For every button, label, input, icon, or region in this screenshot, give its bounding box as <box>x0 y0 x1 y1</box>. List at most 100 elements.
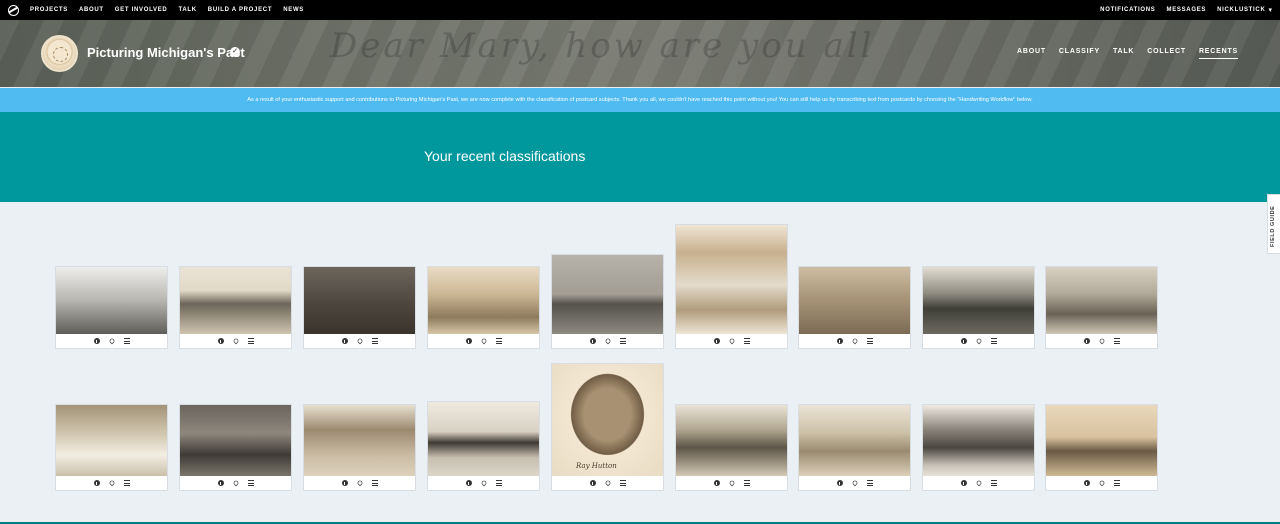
project-nav-about[interactable]: ABOUT <box>1017 48 1046 59</box>
subject-thumbnail-barn-building[interactable] <box>428 402 539 476</box>
info-icon[interactable] <box>341 338 348 344</box>
subject-thumbnail-large-house[interactable] <box>676 225 787 334</box>
info-icon[interactable] <box>465 480 472 486</box>
nav-news[interactable]: NEWS <box>283 7 304 13</box>
recent-classification-card <box>427 401 540 491</box>
collect-icon[interactable] <box>495 338 502 344</box>
info-icon[interactable] <box>341 480 348 486</box>
project-nav-classify[interactable]: CLASSIFY <box>1059 48 1100 59</box>
subject-thumbnail-dirt-road[interactable] <box>799 405 910 476</box>
info-icon[interactable] <box>836 480 843 486</box>
info-icon[interactable] <box>836 338 843 344</box>
top-nav-right: NOTIFICATIONS MESSAGES NICKLUSTICK ▾ <box>1100 6 1272 14</box>
collect-icon[interactable] <box>743 338 750 344</box>
info-icon[interactable] <box>960 338 967 344</box>
favorite-icon[interactable] <box>728 337 735 345</box>
favorite-icon[interactable] <box>232 337 239 345</box>
favorite-icon[interactable] <box>356 337 363 345</box>
field-guide-tab[interactable]: FIELD GUIDE <box>1267 194 1280 254</box>
subject-thumbnail-dining-hall[interactable] <box>56 405 167 476</box>
recent-classification-card <box>427 266 540 349</box>
recent-classification-card <box>303 266 416 349</box>
collect-icon[interactable] <box>866 480 873 486</box>
collect-icon[interactable] <box>247 480 254 486</box>
recent-classification-card: Ray Hutton <box>551 363 664 491</box>
info-icon[interactable] <box>713 338 720 344</box>
project-nav-recents[interactable]: RECENTS <box>1198 48 1238 59</box>
favorite-icon[interactable] <box>728 479 735 487</box>
collect-icon[interactable] <box>743 480 750 486</box>
subject-thumbnail-parade-street[interactable] <box>1046 267 1157 334</box>
collect-icon[interactable] <box>1113 338 1120 344</box>
subject-thumbnail-portrait-group-porch[interactable] <box>56 267 167 334</box>
info-icon[interactable] <box>1083 480 1090 486</box>
subject-thumbnail-group-outdoors[interactable] <box>676 405 787 476</box>
nav-projects[interactable]: PROJECTS <box>30 7 68 13</box>
info-icon[interactable] <box>217 338 224 344</box>
subject-thumbnail-storefront[interactable] <box>923 405 1034 476</box>
page-title: Your recent classifications <box>424 148 586 164</box>
project-nav-collect[interactable]: COLLECT <box>1147 48 1186 59</box>
collect-icon[interactable] <box>123 480 130 486</box>
favorite-icon[interactable] <box>108 337 115 345</box>
chevron-down-icon[interactable]: ▾ <box>1268 6 1272 14</box>
card-actions <box>180 476 291 490</box>
subject-thumbnail-main-street[interactable] <box>304 405 415 476</box>
info-icon[interactable] <box>1083 338 1090 344</box>
collect-icon[interactable] <box>371 480 378 486</box>
project-avatar[interactable] <box>41 35 78 72</box>
subject-thumbnail-seated-man[interactable] <box>1046 405 1157 476</box>
favorite-icon[interactable] <box>232 479 239 487</box>
favorite-icon[interactable] <box>604 479 611 487</box>
favorite-icon[interactable] <box>851 479 858 487</box>
info-icon[interactable] <box>93 480 100 486</box>
favorite-icon[interactable] <box>851 337 858 345</box>
collect-icon[interactable] <box>371 338 378 344</box>
subject-thumbnail-field-plow[interactable] <box>180 267 291 334</box>
nav-talk[interactable]: TALK <box>178 7 196 13</box>
favorite-icon[interactable] <box>975 337 982 345</box>
subject-thumbnail-lake-shore[interactable] <box>552 255 663 334</box>
nav-build-a-project[interactable]: BUILD A PROJECT <box>208 7 272 13</box>
project-nav-talk[interactable]: TALK <box>1113 48 1134 59</box>
collect-icon[interactable] <box>123 338 130 344</box>
subject-thumbnail-house-sepia[interactable] <box>428 267 539 334</box>
subject-thumbnail-train-wreck[interactable] <box>180 405 291 476</box>
favorite-icon[interactable] <box>1098 337 1105 345</box>
collect-icon[interactable] <box>990 480 997 486</box>
collect-icon[interactable] <box>247 338 254 344</box>
nav-messages[interactable]: MESSAGES <box>1167 7 1207 13</box>
info-icon[interactable] <box>589 480 596 486</box>
user-menu[interactable]: NICKLUSTICK <box>1217 7 1265 13</box>
collect-icon[interactable] <box>619 338 626 344</box>
nav-notifications[interactable]: NOTIFICATIONS <box>1100 7 1155 13</box>
subject-thumbnail-workers-dark[interactable] <box>304 267 415 334</box>
info-icon[interactable] <box>217 480 224 486</box>
favorite-icon[interactable] <box>480 479 487 487</box>
info-icon[interactable] <box>589 338 596 344</box>
announcement-banner: As a result of your enthusiastic support… <box>0 88 1280 112</box>
recent-classification-card <box>55 404 168 491</box>
collect-icon[interactable] <box>866 338 873 344</box>
info-icon[interactable] <box>93 338 100 344</box>
collect-icon[interactable] <box>1113 480 1120 486</box>
collect-icon[interactable] <box>619 480 626 486</box>
favorite-icon[interactable] <box>975 479 982 487</box>
collect-icon[interactable] <box>495 480 502 486</box>
info-icon[interactable] <box>713 480 720 486</box>
project-title[interactable]: Picturing Michigan's Past <box>87 45 245 60</box>
info-icon[interactable] <box>465 338 472 344</box>
info-icon[interactable] <box>960 480 967 486</box>
favorite-icon[interactable] <box>1098 479 1105 487</box>
collect-icon[interactable] <box>990 338 997 344</box>
subject-thumbnail-boat-shipwreck[interactable] <box>799 267 910 334</box>
favorite-icon[interactable] <box>604 337 611 345</box>
favorite-icon[interactable] <box>480 337 487 345</box>
nav-about[interactable]: ABOUT <box>79 7 104 13</box>
favorite-icon[interactable] <box>108 479 115 487</box>
subject-thumbnail-river-forest[interactable] <box>923 267 1034 334</box>
subject-thumbnail-portrait-boy[interactable]: Ray Hutton <box>552 364 663 476</box>
zooniverse-logo-icon[interactable] <box>8 4 19 16</box>
nav-get-involved[interactable]: GET INVOLVED <box>115 7 168 13</box>
favorite-icon[interactable] <box>356 479 363 487</box>
